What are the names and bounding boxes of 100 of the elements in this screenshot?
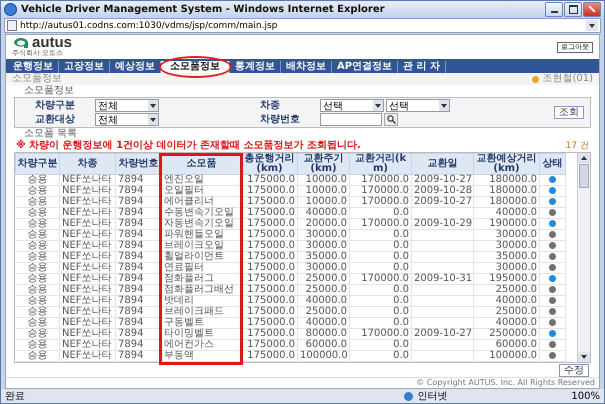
- minimize-button[interactable]: [545, 2, 563, 16]
- table-cell: 170000.0: [350, 186, 412, 196]
- table-cell: 175000.0: [242, 274, 298, 284]
- table-cell: 휠얼라이먼트: [162, 252, 242, 262]
- table-cell: 7894: [116, 328, 162, 340]
- table-cell: 0.0: [350, 284, 412, 296]
- user-name: 조현철(01): [542, 73, 593, 85]
- table-cell: 10000.0: [298, 196, 350, 208]
- search-button[interactable]: [384, 113, 398, 126]
- table-cell: [412, 208, 474, 218]
- table-cell: 승용: [16, 208, 60, 218]
- column-header: 차량구분: [16, 154, 60, 174]
- table-cell: NEF쏘나타: [60, 284, 116, 296]
- column-header: 총운행거리(km): [242, 154, 298, 174]
- table-cell: 엔진오일: [162, 174, 242, 186]
- section-title: 소모품정보: [23, 85, 75, 97]
- select-field[interactable]: 선택: [386, 99, 450, 112]
- url-text: http://autus01.codns.com:1030/vdms/jsp/comm/main.jsp: [20, 20, 278, 30]
- copyright-text: © Copyright AUTUS. Inc. All Rights Reserved: [6, 377, 599, 388]
- select-field[interactable]: 선택: [320, 99, 384, 112]
- table-cell: 2009-10-31: [412, 274, 474, 284]
- edit-button[interactable]: 수정: [559, 364, 589, 377]
- table-cell: 0.0: [350, 296, 412, 306]
- table-cell: 170000.0: [350, 328, 412, 340]
- browser-icon: [4, 2, 17, 16]
- field-label: 교환대상: [35, 114, 76, 126]
- table-cell: 승용: [16, 230, 60, 240]
- security-zone: 인터넷: [417, 390, 448, 403]
- table-cell: [412, 318, 474, 328]
- table-cell: 35000.0: [298, 252, 350, 262]
- table-cell: [412, 230, 474, 240]
- table-cell: 승용: [16, 306, 60, 318]
- table-cell: 승용: [16, 318, 60, 328]
- table-cell: NEF쏘나타: [60, 328, 116, 340]
- search-button[interactable]: 조회: [554, 106, 584, 119]
- table-cell: 60000.0: [474, 340, 540, 350]
- close-button[interactable]: [583, 2, 601, 16]
- table-cell: 30000.0: [298, 262, 350, 274]
- select-field[interactable]: 전체: [95, 99, 159, 112]
- table-cell: 25000.0: [298, 274, 350, 284]
- table-cell: 195000.0: [474, 274, 540, 284]
- user-icon: [532, 76, 540, 82]
- table-cell: 60000.0: [298, 340, 350, 350]
- table-cell: 7894: [116, 208, 162, 218]
- select-field[interactable]: 전체: [95, 113, 159, 126]
- zoom-level[interactable]: 100%: [571, 390, 600, 402]
- table-cell: 7894: [116, 340, 162, 350]
- table-cell: 40000.0: [298, 318, 350, 328]
- table-cell: 7894: [116, 262, 162, 274]
- table-cell: 7894: [116, 274, 162, 284]
- table-cell: 0.0: [350, 306, 412, 318]
- table-cell: 승용: [16, 174, 60, 186]
- table-cell: 175000.0: [242, 230, 298, 240]
- field-label: 차량구분: [35, 100, 76, 112]
- table-cell: 승용: [16, 328, 60, 340]
- nav-tab[interactable]: 소모품정보: [161, 61, 230, 73]
- table-cell: 오일필터: [162, 186, 242, 196]
- table-cell: 0.0: [350, 208, 412, 218]
- table-cell: 0.0: [350, 230, 412, 240]
- table-cell: 부동액: [162, 350, 242, 362]
- section-title: 소모품 목록: [23, 128, 78, 140]
- table-cell: 10000.0: [298, 186, 350, 196]
- table-cell: 175000.0: [242, 196, 298, 208]
- table-cell: NEF쏘나타: [60, 196, 116, 208]
- table-cell: 7894: [116, 318, 162, 328]
- table-cell: 7894: [116, 218, 162, 230]
- table-cell: 40000.0: [298, 208, 350, 218]
- table-cell: 0.0: [350, 252, 412, 262]
- table-cell: 30000.0: [298, 230, 350, 240]
- table-cell: 연료필터: [162, 262, 242, 274]
- column-header: 차종: [60, 154, 116, 174]
- table-cell: 7894: [116, 196, 162, 208]
- dropdown-button[interactable]: [586, 20, 598, 31]
- logo-icon: [12, 36, 30, 50]
- table-cell: 0.0: [350, 350, 412, 362]
- table-cell: 175000.0: [242, 284, 298, 296]
- table-cell: 7894: [116, 252, 162, 262]
- table-cell: 7894: [116, 230, 162, 240]
- table-cell: NEF쏘나타: [60, 306, 116, 318]
- table-cell: [412, 340, 474, 350]
- table-cell: 수동변속기오일: [162, 208, 242, 218]
- table-cell: 에어클리너: [162, 196, 242, 208]
- breadcrumb: 소모품정보: [12, 73, 62, 85]
- table-cell: 40000.0: [474, 318, 540, 328]
- table-cell: NEF쏘나타: [60, 230, 116, 240]
- table-cell: 170000.0: [350, 196, 412, 208]
- table-cell: 점화플러그배선: [162, 284, 242, 296]
- input-field[interactable]: [320, 113, 382, 126]
- table-cell: 7894: [116, 186, 162, 196]
- table-cell: [412, 296, 474, 306]
- table-cell: [412, 252, 474, 262]
- table-cell: 승용: [16, 296, 60, 306]
- notice-text: ※ 차량이 운행정보에 1건이상 데이터가 존재할때 소모품정보가 조회됩니다.: [16, 140, 361, 152]
- table-cell: 175000.0: [242, 208, 298, 218]
- scrollbar[interactable]: [577, 153, 590, 362]
- table-cell: 파워핸들오일: [162, 230, 242, 240]
- maximize-button[interactable]: [564, 2, 582, 16]
- address-bar[interactable]: http://autus01.codns.com:1030/vdms/jsp/comm/main.jsp: [4, 18, 601, 33]
- table-cell: [412, 240, 474, 252]
- table-cell: 40000.0: [474, 296, 540, 306]
